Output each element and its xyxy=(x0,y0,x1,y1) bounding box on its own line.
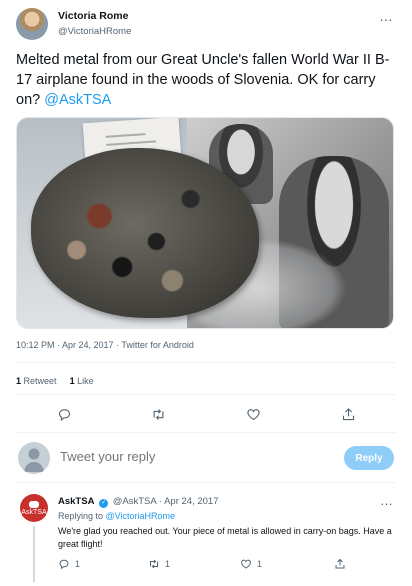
heart-icon[interactable] xyxy=(241,402,265,426)
retweet-stat[interactable]: 1 Retweet xyxy=(16,376,57,386)
tweet-timestamp[interactable]: 10:12 PM · Apr 24, 2017 · Twitter for An… xyxy=(16,340,194,350)
reply-author-handle[interactable]: @AskTSA xyxy=(113,496,156,507)
verified-badge-icon: ✓ xyxy=(99,499,109,508)
divider xyxy=(16,362,396,363)
reply-tweet[interactable]: AskTSA AskTSA ✓ @AskTSA · Apr 24, 2017 …… xyxy=(16,493,396,586)
reply-reply-button[interactable]: 1 xyxy=(58,558,80,570)
reply-share-button[interactable] xyxy=(334,558,346,570)
avatar-text: AskTSA xyxy=(21,508,47,516)
tweet-stats: 1 Retweet 1 Like xyxy=(16,376,94,386)
divider xyxy=(16,482,396,483)
like-count: 1 xyxy=(69,376,75,386)
reply-action-bar: 1 1 1 xyxy=(58,558,388,574)
divider xyxy=(16,394,396,395)
tweet-text: Melted metal from our Great Uncle's fall… xyxy=(16,50,400,110)
reply-input[interactable] xyxy=(60,449,310,464)
reply-text: We're glad you reached out. Your piece o… xyxy=(58,526,392,549)
like-stat[interactable]: 1 Like xyxy=(70,376,94,386)
mention-link[interactable]: @AskTSA xyxy=(44,92,111,108)
replying-prefix: Replying to xyxy=(58,511,106,521)
reply-header: AskTSA ✓ @AskTSA · Apr 24, 2017 xyxy=(58,496,218,508)
retweet-icon xyxy=(150,559,158,569)
divider xyxy=(16,432,396,433)
more-options-icon[interactable]: … xyxy=(379,8,394,24)
reply-icon xyxy=(59,559,69,570)
user-avatar xyxy=(18,442,50,474)
author-avatar[interactable] xyxy=(16,8,48,40)
metal-fragment xyxy=(31,148,259,318)
heart-icon xyxy=(241,559,251,569)
replying-handle-link[interactable]: @VictoriaHRome xyxy=(106,511,176,521)
reply-retweet-button[interactable]: 1 xyxy=(148,558,170,570)
tweet-action-bar xyxy=(0,402,412,426)
more-options-icon[interactable]: … xyxy=(380,493,394,508)
like-stat-label: Like xyxy=(77,376,94,386)
reply-icon[interactable] xyxy=(52,402,76,426)
retweet-stat-label: Retweet xyxy=(23,376,57,386)
reply-author-name[interactable]: AskTSA xyxy=(58,496,94,507)
reply-retweet-count: 1 xyxy=(165,559,171,569)
author-handle[interactable]: @VictoriaHRome xyxy=(58,26,131,37)
asktsa-avatar[interactable]: AskTSA xyxy=(20,494,48,522)
retweet-icon[interactable] xyxy=(146,402,170,426)
replying-to: Replying to @VictoriaHRome xyxy=(58,511,175,521)
reply-date[interactable]: · Apr 24, 2017 xyxy=(159,496,219,507)
reply-button[interactable]: Reply xyxy=(344,446,394,470)
share-icon xyxy=(335,558,345,569)
reply-reply-count: 1 xyxy=(75,559,81,569)
tweet-header: Victoria Rome @VictoriaHRome … xyxy=(16,8,396,44)
tweet-photo[interactable] xyxy=(16,117,394,329)
retweet-count: 1 xyxy=(16,376,22,386)
reply-like-count: 1 xyxy=(257,559,263,569)
thread-line xyxy=(33,526,35,582)
author-name[interactable]: Victoria Rome xyxy=(58,10,128,22)
reply-compose: Reply xyxy=(16,440,396,480)
share-icon[interactable] xyxy=(336,402,360,426)
speech-bubble-icon xyxy=(29,500,39,508)
reply-like-button[interactable]: 1 xyxy=(240,558,262,570)
